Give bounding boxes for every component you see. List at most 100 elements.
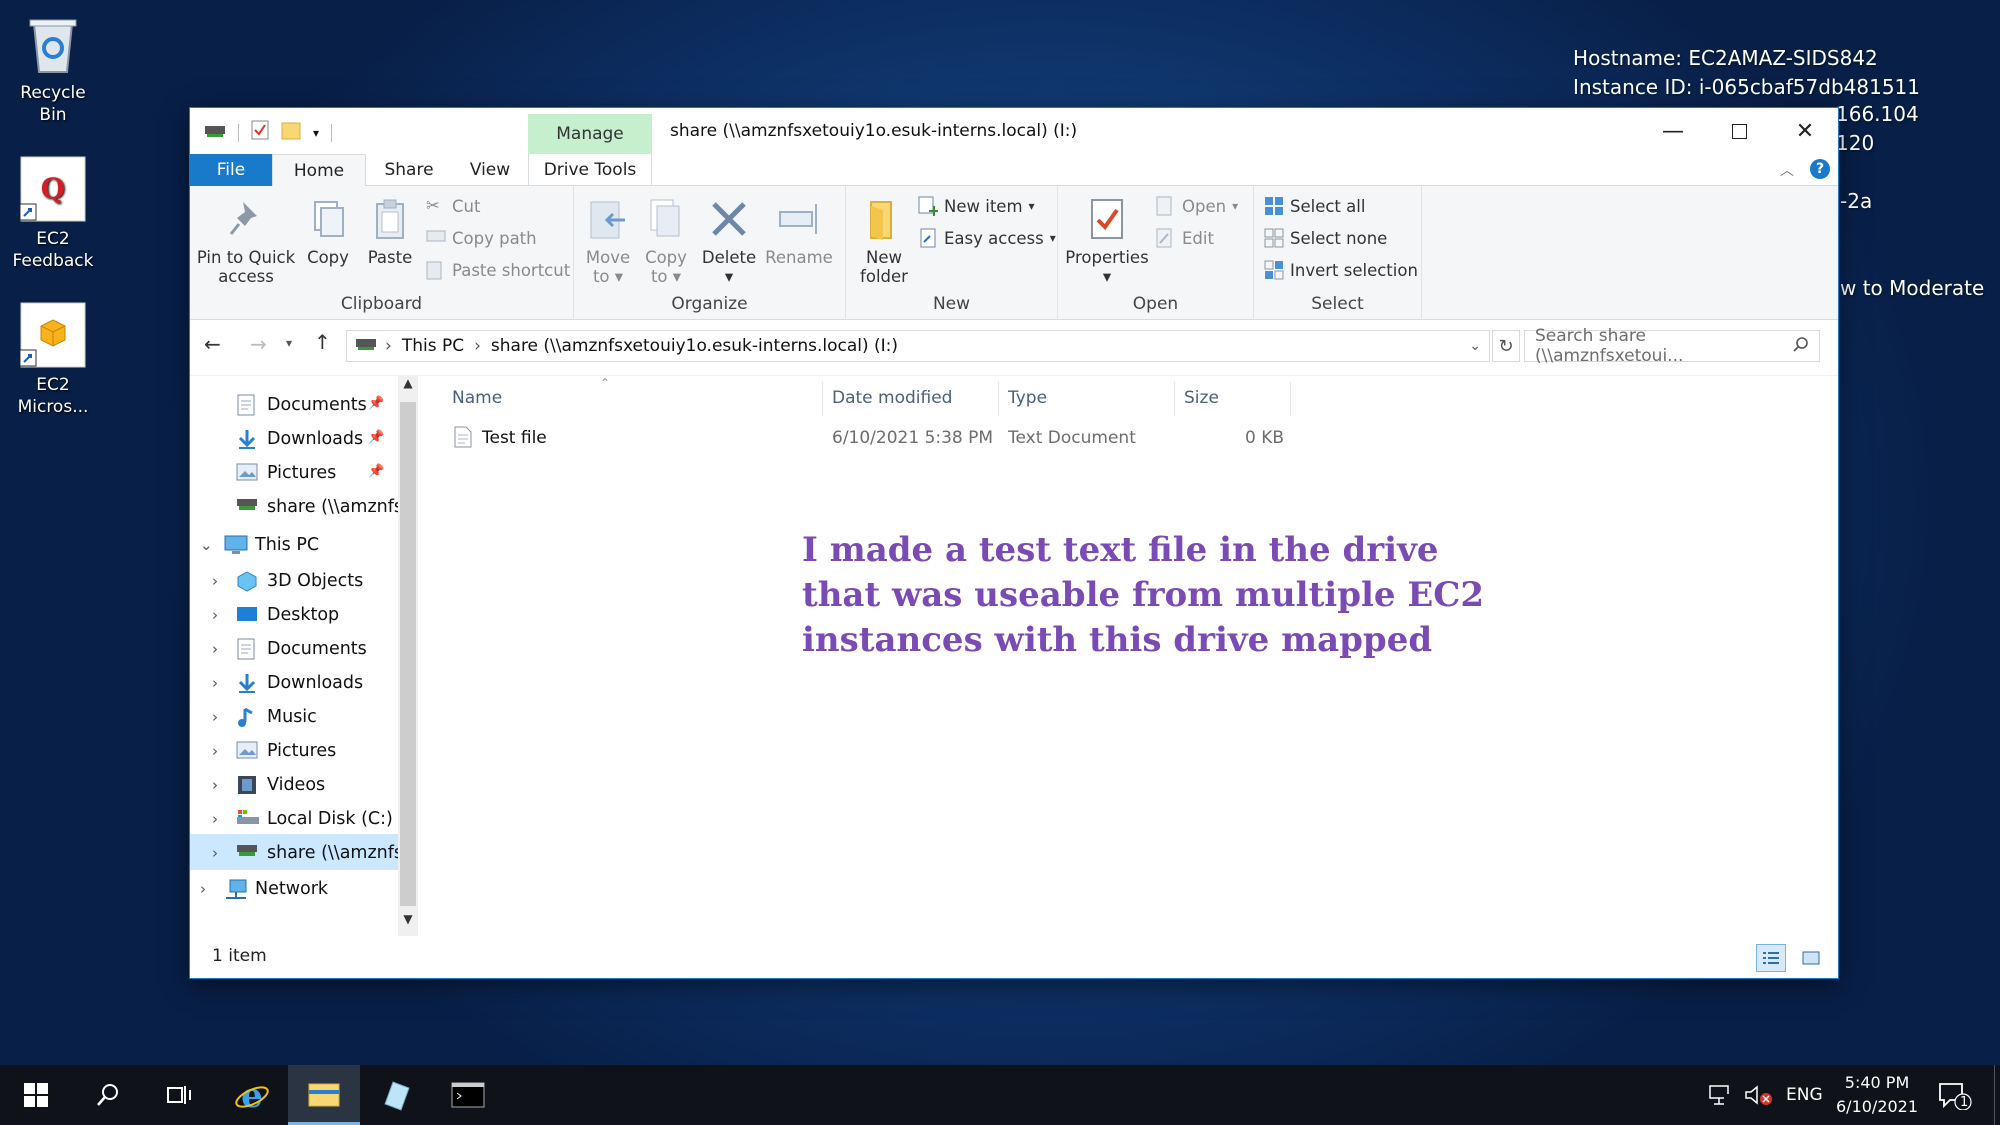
desktop-icon-recycle-bin[interactable]: Recycle Bin <box>5 10 101 126</box>
details-view-icon[interactable] <box>1756 944 1786 972</box>
local-disk-icon <box>236 808 259 830</box>
collapsed-chevron-icon[interactable]: › <box>212 742 218 760</box>
large-icons-view-icon[interactable] <box>1798 946 1824 970</box>
command-prompt-taskbar-button[interactable] <box>432 1065 504 1125</box>
tab-file[interactable]: File <box>190 154 272 186</box>
pin-to-quick-access-button[interactable]: Pin to Quick access <box>196 196 296 286</box>
collapsed-chevron-icon[interactable]: › <box>212 810 218 828</box>
pin-icon[interactable]: 📌 <box>368 464 384 479</box>
desktop-icon-ec2-micros[interactable]: EC2 Micros... <box>5 302 101 418</box>
collapsed-chevron-icon[interactable]: › <box>212 708 218 726</box>
new-folder-button[interactable]: New folder <box>852 196 916 286</box>
back-arrow-icon[interactable]: ← <box>204 332 221 356</box>
clock[interactable]: 5:40 PM 6/10/2021 <box>1836 1065 1918 1125</box>
network-drive-icon <box>236 496 258 518</box>
collapsed-chevron-icon[interactable]: › <box>200 880 206 898</box>
pin-icon[interactable]: 📌 <box>368 396 384 411</box>
expanded-chevron-icon[interactable]: ⌄ <box>200 536 213 554</box>
easy-access-button[interactable]: Easy access ▾ <box>918 228 1056 248</box>
breadcrumb-share[interactable]: share (\\amznfsxetouiy1o.esuk-interns.lo… <box>491 336 898 356</box>
tab-home[interactable]: Home <box>272 154 366 187</box>
move-to-button[interactable]: Move to ▾ <box>580 196 636 286</box>
nav-quick-share[interactable]: share (\\amznfsxetouiy1o.esuk-interns.lo… <box>236 490 398 524</box>
maximize-button[interactable] <box>1706 108 1772 154</box>
copy-to-button[interactable]: Copy to ▾ <box>638 196 694 286</box>
tab-view[interactable]: View <box>452 154 528 186</box>
collapsed-chevron-icon[interactable]: › <box>212 776 218 794</box>
copy-button[interactable]: Copy <box>298 196 358 267</box>
desktop-icon-ec2-feedback[interactable]: Q EC2 Feedback <box>5 156 101 272</box>
scrollbar-thumb[interactable] <box>400 402 416 906</box>
refresh-icon[interactable]: ↻ <box>1492 330 1520 362</box>
task-view-button[interactable] <box>144 1065 216 1125</box>
nav-scrollbar[interactable]: ▲ ▼ <box>398 376 418 936</box>
invert-selection-button[interactable]: Invert selection <box>1264 260 1418 280</box>
up-arrow-icon[interactable]: ↑ <box>314 330 331 354</box>
paste-button[interactable]: Paste <box>360 196 420 267</box>
nav-share-drive[interactable]: share (\\amznfsxetouiy1o.esuk-interns.lo… <box>236 836 398 870</box>
new-group-label: New <box>932 294 971 314</box>
system-info: Hostname: EC2AMAZ-SIDS842 Instance ID: i… <box>1573 44 1920 102</box>
scroll-up-icon[interactable]: ▲ <box>398 376 418 400</box>
breadcrumb-this-pc[interactable]: This PC <box>402 336 464 356</box>
pin-icon[interactable]: 📌 <box>368 430 384 445</box>
search-input[interactable]: Search share (\\amznfsxetoui... <box>1524 326 1820 366</box>
address-dropdown-icon[interactable]: ⌄ <box>1469 338 1481 354</box>
open-icon <box>1156 196 1176 216</box>
tab-share[interactable]: Share <box>366 154 452 186</box>
properties-button[interactable]: Properties ▾ <box>1062 196 1152 286</box>
help-icon[interactable]: ? <box>1810 159 1830 179</box>
new-group: New folder New item ▾ Easy access ▾ New <box>846 186 1058 320</box>
internet-explorer-icon: e <box>235 1077 269 1113</box>
volume-muted-icon[interactable] <box>1744 1065 1774 1125</box>
address-bar[interactable]: › This PC › share (\\amznfsxetouiy1o.esu… <box>346 330 1490 362</box>
collapsed-chevron-icon[interactable]: › <box>212 640 218 658</box>
column-header-type[interactable]: Type <box>1008 388 1047 408</box>
properties-qat-icon[interactable] <box>251 120 269 145</box>
show-desktop-button[interactable] <box>1994 1065 2000 1125</box>
column-header-date[interactable]: Date modified <box>832 388 952 408</box>
drive-icon[interactable] <box>204 122 226 143</box>
new-item-icon <box>918 196 938 216</box>
internet-explorer-button[interactable]: e <box>216 1065 288 1125</box>
delete-button[interactable]: Delete ▾ <box>696 196 762 286</box>
chevron-down-icon[interactable]: ▾ <box>313 126 319 140</box>
scroll-down-icon[interactable]: ▼ <box>398 912 418 936</box>
clock-date: 6/10/2021 <box>1836 1097 1919 1116</box>
start-button[interactable] <box>0 1065 72 1125</box>
file-explorer-taskbar-button[interactable] <box>288 1065 360 1125</box>
collapsed-chevron-icon[interactable]: › <box>212 572 218 590</box>
select-all-button[interactable]: Select all <box>1264 196 1365 216</box>
copy-to-icon <box>643 196 689 242</box>
edit-button[interactable]: Edit <box>1156 228 1214 248</box>
search-taskbar-button[interactable] <box>72 1065 144 1125</box>
language-indicator[interactable]: ENG <box>1786 1065 1823 1125</box>
close-button[interactable]: ✕ <box>1772 108 1838 154</box>
collapse-ribbon-icon[interactable]: ︿ <box>1780 160 1794 180</box>
file-name[interactable]: Test file <box>482 428 547 448</box>
tab-manage[interactable]: Manage <box>528 114 652 154</box>
select-none-button[interactable]: Select none <box>1264 228 1387 248</box>
tab-drive-tools[interactable]: Drive Tools <box>528 154 652 186</box>
network-tray-icon[interactable] <box>1708 1065 1736 1125</box>
collapsed-chevron-icon[interactable]: › <box>212 674 218 692</box>
paste-shortcut-button[interactable]: Paste shortcut <box>426 260 570 280</box>
rename-button[interactable]: Rename <box>764 196 834 267</box>
column-header-size[interactable]: Size <box>1184 388 1219 408</box>
new-folder-qat-icon[interactable] <box>281 120 301 145</box>
sysinfo-line4: 120 <box>1836 131 1875 155</box>
action-center-icon[interactable]: 1 <box>1936 1065 1972 1125</box>
copy-path-button[interactable]: Copy path <box>426 228 537 248</box>
collapsed-chevron-icon[interactable]: › <box>212 844 218 862</box>
collapsed-chevron-icon[interactable]: › <box>212 606 218 624</box>
new-item-button[interactable]: New item ▾ <box>918 196 1035 216</box>
minimize-button[interactable]: — <box>1640 108 1706 154</box>
cut-button[interactable]: ✂ Cut <box>426 196 480 216</box>
app-taskbar-button[interactable] <box>360 1065 432 1125</box>
open-button[interactable]: Open ▾ <box>1156 196 1238 216</box>
folder-icon <box>861 196 907 242</box>
recent-locations-chevron-icon[interactable]: ▾ <box>286 336 292 350</box>
column-header-name[interactable]: Name <box>452 388 502 408</box>
clock-time: 5:40 PM <box>1844 1073 1910 1092</box>
forward-arrow-icon[interactable]: → <box>250 332 267 356</box>
